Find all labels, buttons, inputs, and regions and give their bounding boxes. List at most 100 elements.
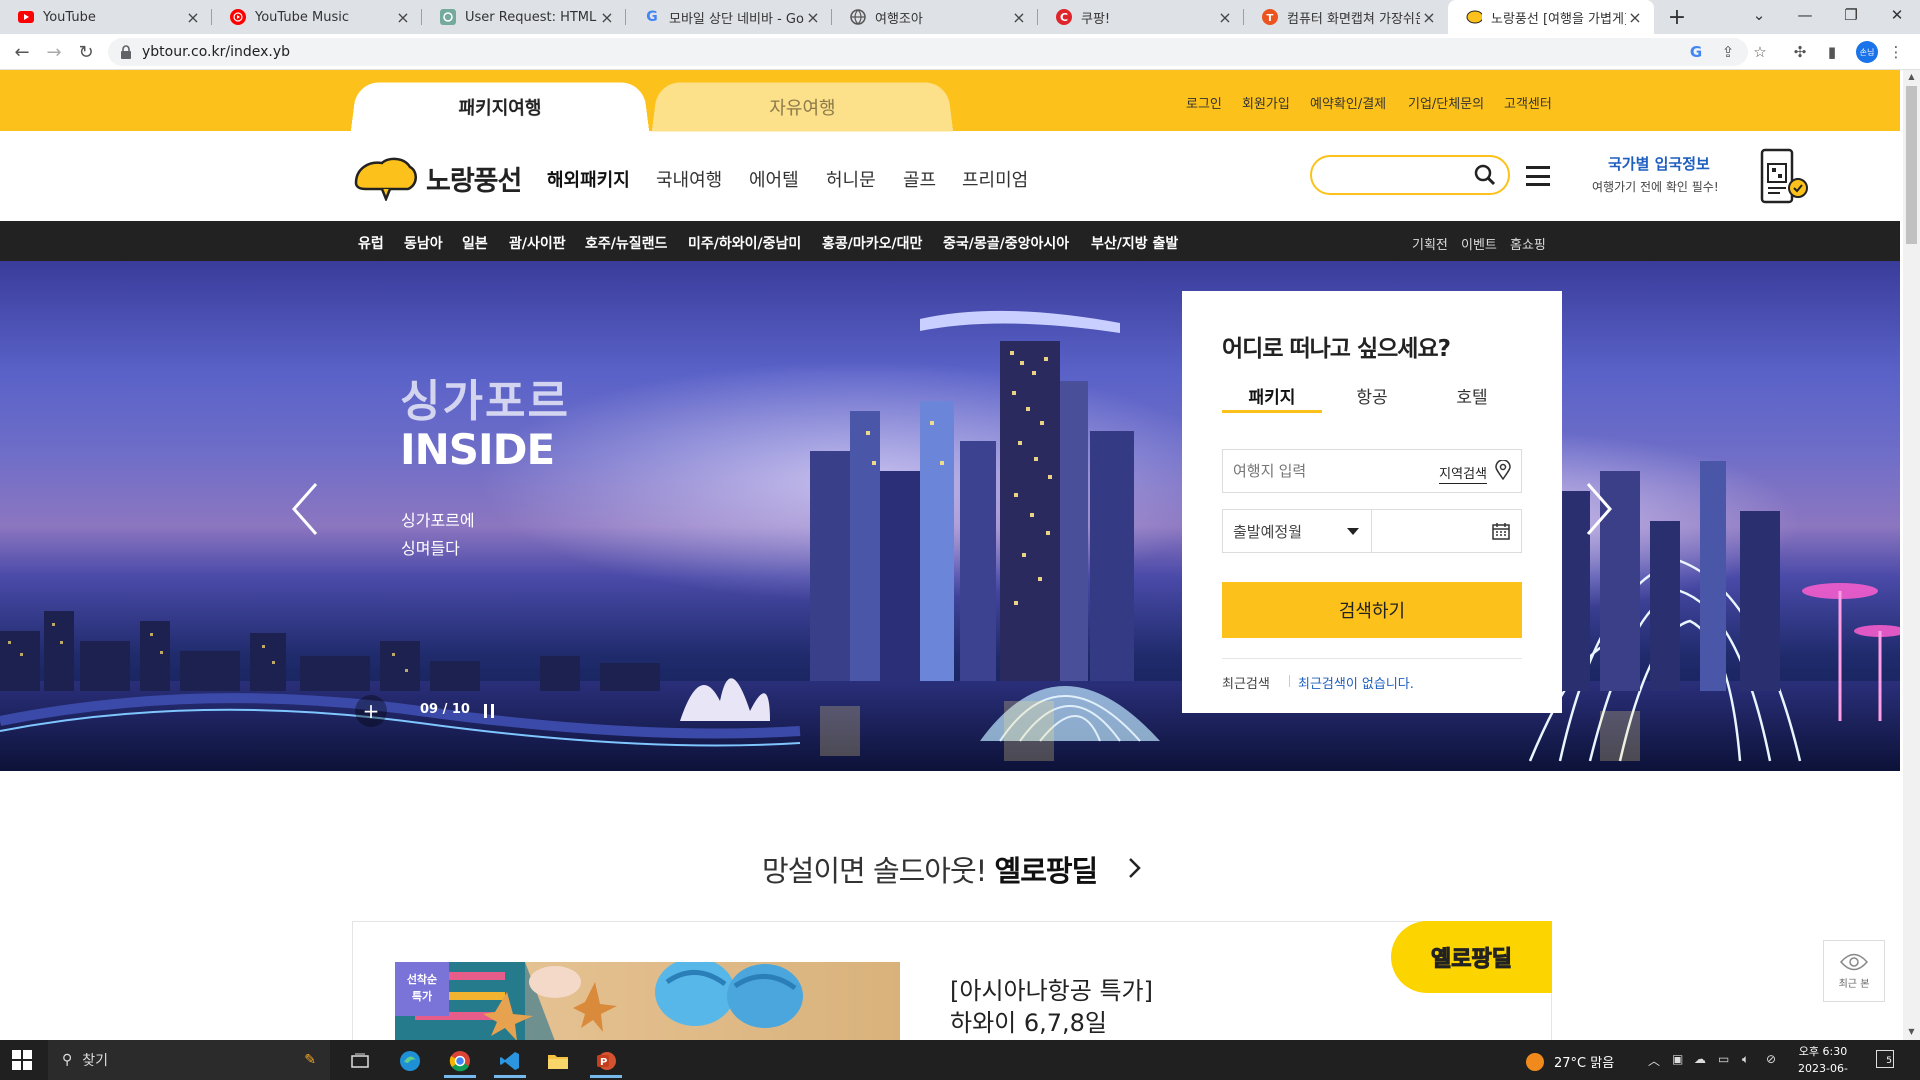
- tab-free-travel[interactable]: 자유여행: [651, 82, 954, 132]
- extensions-icon[interactable]: ✣: [1790, 42, 1810, 62]
- gnb-overseas-package[interactable]: 해외패키지: [547, 166, 630, 192]
- volume-icon[interactable]: 🔈︎: [1742, 1052, 1749, 1067]
- signup-link[interactable]: 회원가입: [1242, 93, 1290, 112]
- search-icon[interactable]: [1474, 164, 1496, 186]
- chevron-right-icon[interactable]: [1126, 856, 1142, 880]
- scroll-up-icon[interactable]: ▲: [1906, 72, 1917, 82]
- region-search-link[interactable]: 지역검색: [1439, 463, 1487, 484]
- tab-search-icon[interactable]: ⌄: [1736, 0, 1782, 30]
- pass-phone-icon[interactable]: [1760, 148, 1810, 206]
- corporate-link[interactable]: 기업/단체문의: [1408, 93, 1484, 112]
- new-tab-button[interactable]: +: [1660, 0, 1694, 34]
- hero-next-arrow-icon[interactable]: [1584, 482, 1614, 536]
- date-field[interactable]: [1371, 509, 1522, 553]
- scroll-down-icon[interactable]: ▼: [1906, 1027, 1917, 1037]
- gnb-golf[interactable]: 골프: [903, 166, 936, 192]
- close-icon[interactable]: ×: [394, 8, 412, 27]
- close-icon[interactable]: ×: [1216, 8, 1234, 27]
- browser-tab-travel[interactable]: 여행조아 ×: [832, 0, 1038, 34]
- recently-viewed-button[interactable]: 최근 본: [1823, 940, 1885, 1002]
- gnb-premium[interactable]: 프리미엄: [962, 166, 1028, 192]
- maximize-button[interactable]: ❐: [1828, 0, 1874, 30]
- weather-widget[interactable]: 27°C 맑음: [1526, 1052, 1614, 1071]
- minimize-button[interactable]: —: [1782, 0, 1828, 30]
- cat-america-hawaii[interactable]: 미주/하와이/중남미: [688, 233, 801, 253]
- browser-tab-youtube-music[interactable]: YouTube Music ×: [212, 0, 422, 34]
- close-icon[interactable]: ×: [1420, 8, 1438, 27]
- file-explorer-icon[interactable]: [536, 1044, 580, 1078]
- close-icon[interactable]: ×: [804, 8, 822, 27]
- deal-title[interactable]: [아시아나항공 특가]: [950, 971, 1153, 1006]
- taskbar-clock[interactable]: 오후 6:30 2023-06-16: [1794, 1043, 1852, 1080]
- browser-tab-youtube[interactable]: YouTube ×: [0, 0, 212, 34]
- hero-prev-arrow-icon[interactable]: [290, 482, 320, 536]
- browser-tab-ybtour[interactable]: 노랑풍선 [여행을 가볍게] ×: [1448, 0, 1654, 34]
- gnb-domestic[interactable]: 국내여행: [656, 166, 722, 192]
- browser-tab-coupang[interactable]: C 쿠팡! ×: [1038, 0, 1244, 34]
- month-select[interactable]: 출발예정월: [1222, 509, 1372, 553]
- close-icon[interactable]: ×: [1626, 8, 1644, 27]
- site-search-input[interactable]: [1326, 157, 1476, 193]
- search-button[interactable]: 검색하기: [1222, 582, 1522, 638]
- location-pin-icon[interactable]: [1495, 460, 1511, 480]
- edge-icon[interactable]: [388, 1044, 432, 1078]
- task-view-icon[interactable]: [338, 1044, 382, 1078]
- windows-start-icon[interactable]: [12, 1050, 32, 1070]
- star-icon[interactable]: ☆: [1750, 42, 1770, 62]
- gnb-honeymoon[interactable]: 허니문: [826, 166, 876, 192]
- tab-package-travel[interactable]: 패키지여행: [350, 82, 650, 132]
- cat-china-mongolia[interactable]: 중국/몽골/중앙아시아: [943, 233, 1069, 253]
- vscode-icon[interactable]: [488, 1044, 532, 1078]
- close-icon[interactable]: ×: [184, 8, 202, 27]
- notification-icon[interactable]: 5: [1876, 1050, 1894, 1068]
- menu-dots-icon[interactable]: ⋮: [1886, 42, 1906, 62]
- share-icon[interactable]: ⇪: [1718, 42, 1738, 62]
- browser-tab-google[interactable]: G 모바일 상단 네비바 - Goo ×: [626, 0, 832, 34]
- gnb-airtel[interactable]: 에어텔: [749, 166, 799, 192]
- taskbar-search[interactable]: ⚲ 찾기 ✎: [48, 1040, 330, 1080]
- profile-avatar[interactable]: 손님: [1856, 41, 1878, 63]
- cat-southeast-asia[interactable]: 동남아: [404, 233, 443, 253]
- tray-overflow-icon[interactable]: ︿: [1648, 1052, 1660, 1069]
- cat-japan[interactable]: 일본: [462, 233, 488, 253]
- customer-center-link[interactable]: 고객센터: [1504, 93, 1552, 112]
- forward-icon[interactable]: →: [40, 40, 68, 64]
- pause-icon[interactable]: [484, 704, 494, 718]
- hero-more-button[interactable]: +: [355, 695, 387, 727]
- tab-flight[interactable]: 항공: [1322, 383, 1422, 413]
- chrome-icon[interactable]: [438, 1044, 482, 1078]
- entry-info-title[interactable]: 국가별 입국정보: [1608, 153, 1710, 174]
- homeshopping-link[interactable]: 홈쇼핑: [1510, 234, 1546, 253]
- event-link[interactable]: 이벤트: [1461, 234, 1497, 253]
- side-panel-icon[interactable]: ▮: [1822, 42, 1842, 62]
- reservation-link[interactable]: 예약확인/결제: [1310, 93, 1386, 112]
- back-icon[interactable]: ←: [8, 40, 36, 64]
- close-icon[interactable]: ×: [1010, 8, 1028, 27]
- window-close-button[interactable]: ✕: [1874, 0, 1920, 30]
- cat-guam-saipan[interactable]: 괌/사이판: [509, 233, 566, 253]
- powerpoint-icon[interactable]: P: [584, 1044, 628, 1078]
- deal-beach-image[interactable]: [395, 962, 900, 1041]
- cat-regional-departure[interactable]: 부산/지방 출발: [1091, 233, 1178, 253]
- cat-hongkong-taiwan[interactable]: 홍콩/마카오/대만: [822, 233, 922, 253]
- login-link[interactable]: 로그인: [1186, 93, 1222, 112]
- onedrive-icon[interactable]: ☁: [1694, 1052, 1706, 1066]
- menu-hamburger-icon[interactable]: [1526, 166, 1550, 186]
- google-translate-icon[interactable]: G: [1686, 42, 1706, 62]
- browser-tab-user-request[interactable]: User Request: HTML User ×: [422, 0, 626, 34]
- tab-hotel[interactable]: 호텔: [1422, 383, 1522, 413]
- network-icon[interactable]: ▭: [1718, 1052, 1729, 1066]
- cat-australia-nz[interactable]: 호주/뉴질랜드: [585, 233, 667, 253]
- deal-heading[interactable]: 망설이면 솔드아웃! 옐로팡딜: [762, 848, 1098, 890]
- reload-icon[interactable]: ↻: [72, 40, 100, 64]
- address-bar[interactable]: ybtour.co.kr/index.yb: [108, 38, 1748, 66]
- calendar-icon[interactable]: [1491, 521, 1511, 541]
- site-logo[interactable]: 노랑풍선: [352, 155, 522, 201]
- tray-app-icon[interactable]: ▣: [1672, 1052, 1683, 1066]
- destination-input[interactable]: [1223, 451, 1413, 491]
- status-icon[interactable]: ⊘: [1766, 1052, 1776, 1066]
- close-icon[interactable]: ×: [598, 8, 616, 27]
- exhibition-link[interactable]: 기획전: [1412, 234, 1448, 253]
- deal-subtitle[interactable]: 하와이 6,7,8일: [950, 1003, 1107, 1038]
- cat-europe[interactable]: 유럽: [358, 233, 384, 253]
